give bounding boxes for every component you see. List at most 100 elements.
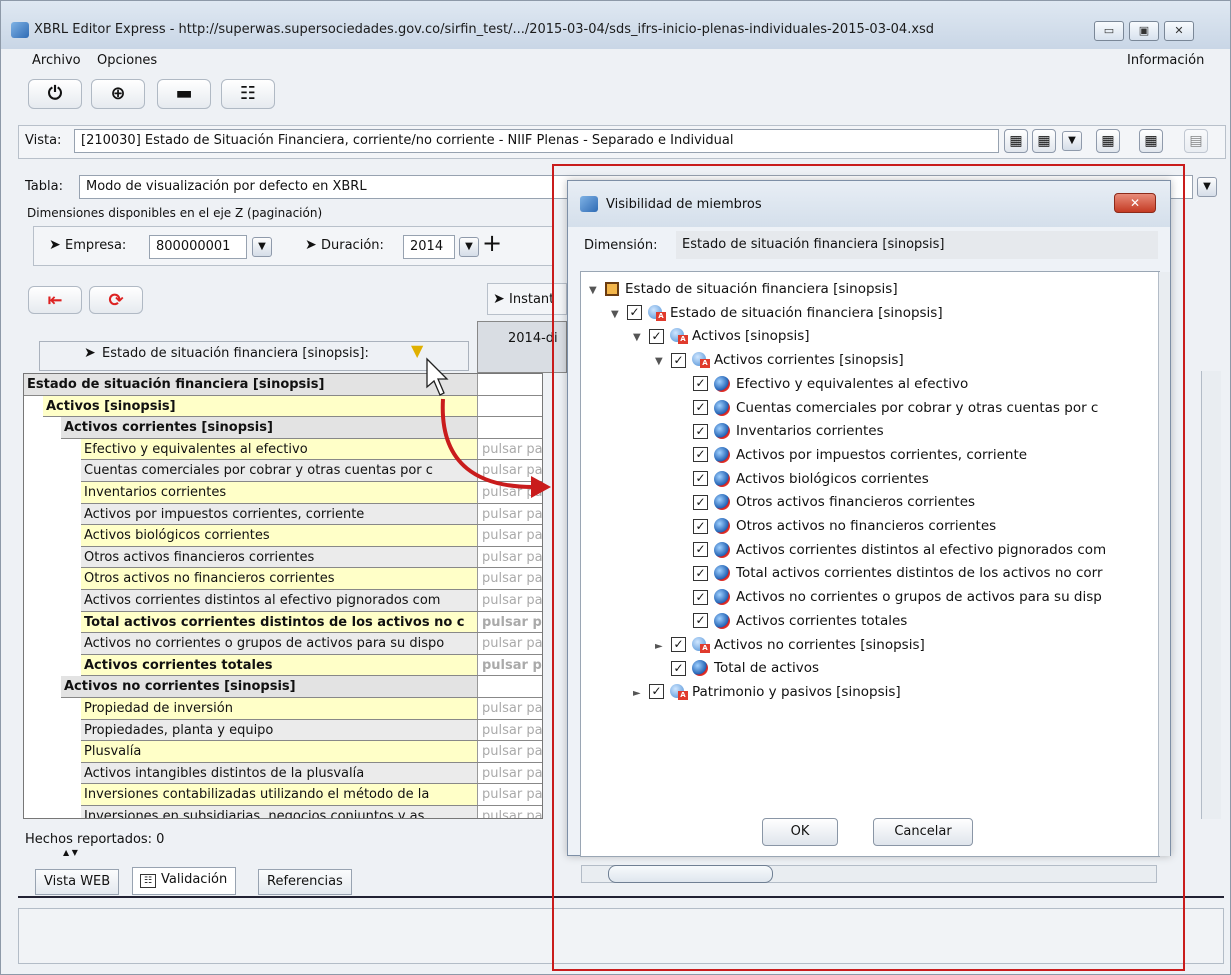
member-checkbox[interactable]: ✓ — [693, 447, 708, 463]
value-cell[interactable]: pulsar para — [477, 741, 542, 762]
member-checkbox[interactable]: ✓ — [693, 542, 708, 558]
tree-node[interactable]: ✓ Otros activos no financieros corrientes — [677, 515, 996, 537]
grid-icon[interactable]: ▦ — [1004, 129, 1028, 153]
splitter-handle[interactable]: ▲ ▼ — [63, 848, 78, 857]
table-vertical-scrollbar[interactable] — [1201, 371, 1221, 819]
value-cell[interactable]: pulsar para — [477, 611, 542, 633]
member-checkbox[interactable]: ✓ — [671, 637, 686, 652]
duracion-select[interactable]: 2014 — [403, 235, 455, 259]
tree-node[interactable]: ✓ Activos corrientes distintos al efectiv… — [677, 539, 1106, 561]
first-page-button[interactable]: ⇤ — [28, 286, 82, 314]
tree-node[interactable]: ▼ ✓ A Activos [sinopsis] — [633, 325, 810, 347]
empresa-dropdown-arrow[interactable]: ▼ — [252, 237, 272, 257]
tab-vista-web[interactable]: Vista WEB — [35, 869, 120, 895]
member-checkbox[interactable]: ✓ — [693, 565, 708, 581]
refresh-button[interactable]: ⟳ — [89, 286, 143, 314]
instant-expand-icon[interactable]: ➤ — [493, 291, 505, 307]
value-cell[interactable]: pulsar para — [477, 719, 542, 741]
tree-node-label: Activos corrientes distintos al efectivo… — [736, 541, 1107, 558]
tabla-dropdown-arrow[interactable]: ▼ — [1197, 177, 1217, 197]
menu-archivo[interactable]: Archivo — [32, 53, 81, 68]
tree-node[interactable]: ✓ Activos no corrientes o grupos de activ… — [677, 586, 1102, 608]
row-label: Propiedades, planta y equipo — [84, 722, 274, 738]
add-dimension-button[interactable]: + — [482, 229, 502, 257]
app-icon — [11, 22, 29, 38]
horizontal-scroll-thumb[interactable] — [608, 865, 773, 883]
tree-node[interactable]: ▼ ✓ A Estado de situación financiera [sinop… — [611, 302, 943, 324]
row-label: Activos [sinopsis] — [46, 398, 176, 414]
expand-toggle-icon[interactable]: ▼ — [633, 327, 649, 349]
tree-node[interactable]: ✓ Inventarios corrientes — [677, 420, 884, 442]
table-row: Propiedades, planta y equipo pulsar para — [81, 719, 542, 742]
tree-node[interactable]: ► ✓ A Patrimonio y pasivos [sinopsis] — [633, 681, 901, 703]
maximize-button[interactable]: ▣ — [1129, 21, 1159, 41]
form-view-icon[interactable]: ▦ — [1139, 129, 1163, 153]
expand-toggle-icon[interactable]: ▼ — [655, 351, 671, 373]
tree-node[interactable]: ▼ Estado de situación financiera [sinopsi… — [589, 278, 898, 300]
menu-opciones[interactable]: Opciones — [97, 53, 157, 68]
expand-toggle-icon[interactable]: ▼ — [611, 304, 627, 326]
value-cell[interactable]: pulsar para — [477, 633, 542, 654]
value-cell[interactable]: pulsar para — [477, 525, 542, 546]
tree-node[interactable]: ✓ Activos corrientes totales — [677, 610, 907, 632]
duracion-expand-icon[interactable]: ➤ — [305, 237, 317, 253]
value-cell[interactable]: pulsar para — [477, 546, 542, 568]
table-view-icon[interactable]: ▦ — [1096, 129, 1120, 153]
export-button[interactable]: ⊕ — [91, 79, 145, 109]
form-button[interactable]: ☷ — [221, 79, 275, 109]
value-cell[interactable]: pulsar para — [477, 654, 542, 676]
empresa-select[interactable]: 800000001 — [149, 235, 247, 259]
value-cell[interactable]: pulsar para — [477, 806, 542, 818]
tree-node[interactable]: ✓ Total de activos — [655, 657, 819, 679]
member-checkbox[interactable]: ✓ — [627, 305, 642, 321]
vista-dropdown-arrow[interactable]: ▼ — [1062, 131, 1082, 151]
menu-informacion[interactable]: Información — [1127, 53, 1204, 68]
tree-node[interactable]: ✓ Total activos corrientes distintos de l… — [677, 562, 1103, 584]
grid-form-icon[interactable]: ▦ — [1032, 129, 1056, 153]
row-header-expand-icon[interactable]: ➤ — [84, 345, 96, 361]
value-cell[interactable]: pulsar para — [477, 762, 542, 784]
power-button[interactable]: ⏻ — [28, 79, 82, 109]
tree-node[interactable]: ✓ Otros activos financieros corrientes — [677, 491, 975, 513]
member-checkbox[interactable]: ✓ — [693, 494, 708, 510]
member-checkbox[interactable]: ✓ — [693, 400, 708, 415]
print-button[interactable]: ▬ — [157, 79, 211, 109]
value-cell[interactable]: pulsar para — [477, 698, 542, 719]
tree-node[interactable]: ▼ ✓ A Activos corrientes [sinopsis] — [655, 349, 904, 371]
expand-toggle-icon[interactable]: ► — [655, 636, 671, 658]
value-cell[interactable]: pulsar para — [477, 784, 542, 805]
member-checkbox[interactable]: ✓ — [671, 352, 686, 368]
value-cell[interactable]: pulsar para — [477, 590, 542, 611]
tree-node[interactable]: ► ✓ A Activos no corrientes [sinopsis] — [655, 634, 925, 656]
member-checkbox[interactable]: ✓ — [693, 518, 708, 534]
duracion-dropdown-arrow[interactable]: ▼ — [459, 237, 479, 257]
member-checkbox[interactable]: ✓ — [693, 589, 708, 605]
tree-node[interactable]: ✓ Activos biológicos corrientes — [677, 468, 929, 490]
member-checkbox[interactable]: ✓ — [693, 471, 708, 487]
member-checkbox[interactable]: ✓ — [649, 684, 664, 700]
tree-node[interactable]: ✓ Activos por impuestos corrientes, corri… — [677, 444, 1027, 466]
ok-button[interactable]: OK — [762, 818, 838, 846]
tree-node[interactable]: ✓ Cuentas comerciales por cobrar y otras … — [677, 397, 1098, 419]
row-label: Otros activos financieros corrientes — [84, 549, 315, 565]
row-label: Inventarios corrientes — [84, 485, 227, 500]
member-checkbox[interactable]: ✓ — [693, 376, 708, 392]
close-window-button[interactable]: ✕ — [1164, 21, 1194, 41]
validation-icon: ☷ — [140, 874, 156, 888]
vista-select[interactable]: [210030] Estado de Situación Financiera,… — [74, 129, 999, 153]
member-checkbox[interactable]: ✓ — [693, 423, 708, 439]
tab-referencias[interactable]: Referencias — [258, 869, 352, 895]
empresa-expand-icon[interactable]: ➤ — [49, 237, 61, 253]
member-checkbox[interactable]: ✓ — [693, 613, 708, 629]
tree-node[interactable]: ✓ Efectivo y equivalentes al efectivo — [677, 373, 968, 395]
dialog-close-button[interactable]: ✕ — [1114, 193, 1156, 213]
expand-toggle-icon[interactable]: ► — [633, 683, 649, 705]
minimize-button[interactable]: ▭ — [1094, 21, 1124, 41]
cancel-button[interactable]: Cancelar — [873, 818, 973, 846]
value-cell[interactable]: pulsar para — [477, 568, 542, 589]
member-checkbox[interactable]: ✓ — [649, 328, 664, 344]
tree-vertical-scrollbar[interactable] — [1158, 272, 1170, 856]
row-label: Inversiones en subsidiarias, negocios co… — [84, 809, 425, 819]
member-checkbox[interactable]: ✓ — [671, 660, 686, 676]
expand-toggle-icon[interactable]: ▼ — [589, 280, 605, 302]
